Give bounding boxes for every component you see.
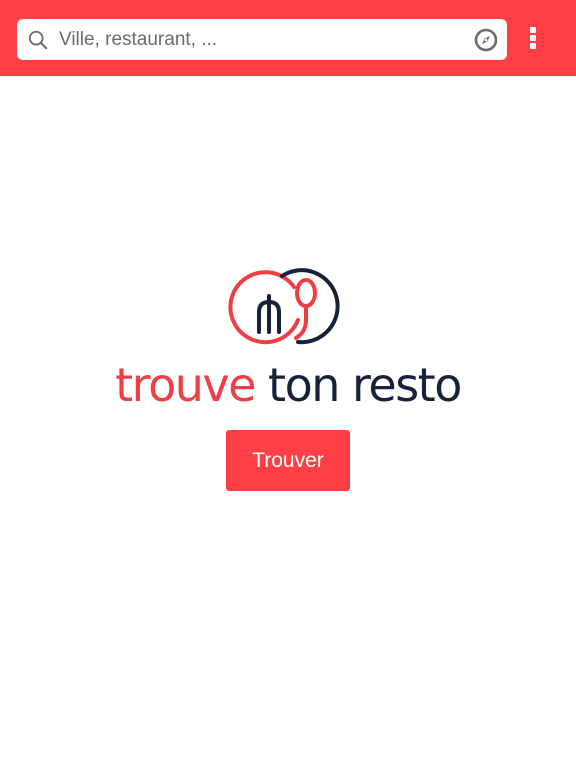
search-input[interactable]	[59, 19, 459, 60]
plate-fork-spoon-logo	[228, 268, 340, 345]
compass-icon[interactable]	[474, 28, 498, 52]
menu-dot	[530, 43, 536, 49]
search-bar[interactable]	[17, 19, 507, 60]
menu-dot	[530, 27, 536, 33]
search-icon	[28, 30, 48, 50]
menu-dot	[530, 35, 536, 41]
app-logo: trouve ton resto	[0, 260, 576, 412]
kebab-menu-icon[interactable]	[520, 22, 546, 54]
logo-word-trouve: trouve	[115, 358, 256, 412]
find-button[interactable]: Trouver	[226, 430, 350, 491]
logo-word-ton-resto: ton resto	[268, 358, 462, 412]
logo-wordmark: trouve ton resto	[0, 355, 576, 415]
top-app-bar	[0, 0, 576, 76]
app-screen: trouve ton resto Trouver	[0, 0, 576, 768]
